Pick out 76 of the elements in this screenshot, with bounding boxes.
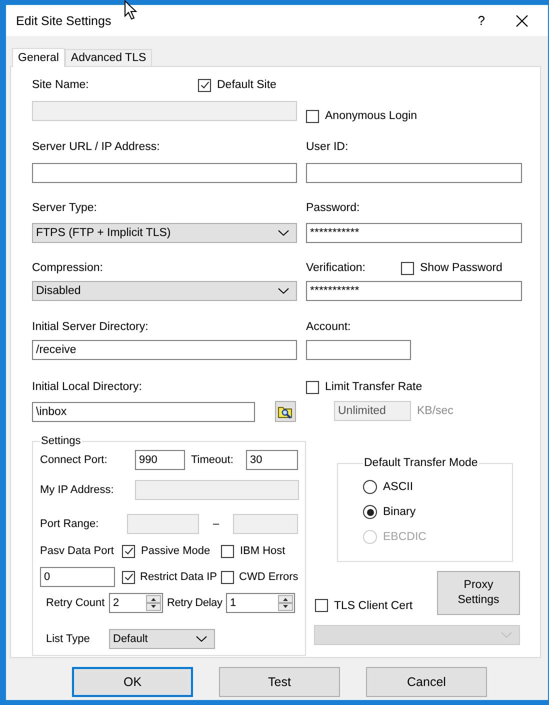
restrict-data-ip-checkbox[interactable]: Restrict Data IP (122, 569, 221, 585)
field-label: Port Range: (40, 517, 100, 532)
pasv-data-port-field[interactable]: 0 (40, 567, 115, 587)
checkbox[interactable] (221, 570, 234, 584)
transfer-mode-radio[interactable]: Binary (363, 503, 512, 521)
spin-arrows-icon[interactable] (278, 595, 293, 611)
ibm-host-checkbox[interactable]: IBM Host (221, 543, 286, 559)
user-id-field[interactable] (306, 163, 522, 183)
server-url-field[interactable] (32, 163, 297, 183)
field-label: List Type (46, 632, 91, 647)
timeout-field[interactable]: 30 (246, 450, 298, 470)
retry-delay-spinner[interactable]: 1 (226, 593, 295, 613)
checkbox[interactable] (221, 544, 234, 558)
chevron-down-icon (501, 632, 512, 638)
retry-count-spinner[interactable]: 2 (109, 593, 163, 613)
tab[interactable]: General (12, 48, 65, 67)
checkbox[interactable] (122, 544, 135, 558)
radio-button[interactable] (363, 480, 377, 494)
field-label: Account: (306, 320, 351, 335)
field-label: Retry Count (46, 596, 106, 611)
passive-mode-checkbox[interactable]: Passive Mode (122, 543, 221, 559)
field-label: My IP Address: (40, 483, 115, 498)
server-directory-field[interactable]: /receive (32, 340, 297, 360)
checkbox[interactable] (315, 599, 328, 612)
group-title: Default Transfer Mode (363, 457, 479, 469)
browse-button[interactable] (275, 401, 296, 422)
proxy-settings-button[interactable]: Proxy Settings (437, 571, 520, 615)
field-label: Verification: (306, 261, 366, 276)
chevron-down-icon (196, 636, 207, 642)
close-icon[interactable] (516, 14, 528, 26)
field-label: Connect Port: (40, 453, 108, 468)
checkbox[interactable] (306, 110, 319, 122)
verification-field[interactable]: *********** (306, 281, 522, 301)
spin-arrows-icon[interactable] (146, 595, 161, 611)
field-label: Pasv Data Port (40, 544, 115, 559)
field-label: Compression: (32, 261, 103, 276)
local-directory-field[interactable]: \inbox (32, 402, 255, 422)
checkbox[interactable] (306, 380, 319, 394)
dialog-button[interactable]: Test (219, 667, 340, 697)
anonymous-login-checkbox[interactable]: Anonymous Login (306, 108, 418, 124)
dialog-button[interactable]: OK (72, 667, 193, 697)
dialog-button[interactable]: Cancel (366, 667, 487, 697)
field-label: Initial Server Directory: (32, 320, 148, 335)
range-separator: – (212, 517, 220, 532)
chevron-down-icon (278, 288, 289, 294)
radio-button[interactable] (363, 505, 377, 519)
server-type-dropdown[interactable]: FTPS (FTP + Implicit TLS) (32, 223, 297, 243)
tls-client-cert-checkbox[interactable]: TLS Client Cert (315, 598, 413, 614)
unit-label: KB/sec (417, 405, 454, 417)
tab[interactable]: Advanced TLS (64, 49, 152, 66)
help-button[interactable]: ? (478, 13, 485, 28)
group-title: Settings (40, 435, 82, 447)
connect-port-field[interactable]: 990 (135, 450, 185, 470)
checkbox[interactable] (198, 78, 211, 92)
chevron-down-icon (278, 230, 289, 236)
cwd-errors-checkbox[interactable]: CWD Errors (221, 569, 298, 585)
field-label: Server URL / IP Address: (32, 140, 160, 155)
list-type-dropdown[interactable]: Default (109, 629, 215, 649)
field-label: Server Type: (32, 201, 97, 216)
field-label: Site Name: (32, 78, 90, 93)
field-label: User ID: (306, 140, 348, 155)
field-label: Retry Delay (167, 596, 224, 611)
field-label: Timeout: (191, 453, 234, 468)
default-site-checkbox[interactable]: Default Site (198, 77, 297, 93)
transfer-mode-radio[interactable]: ASCII (363, 478, 512, 496)
checkbox[interactable] (122, 570, 135, 584)
limit-transfer-rate-checkbox[interactable]: Limit Transfer Rate (306, 379, 422, 395)
account-field[interactable] (306, 340, 411, 360)
compression-dropdown[interactable]: Disabled (32, 281, 297, 301)
password-field[interactable]: *********** (306, 223, 522, 243)
window-title: Edit Site Settings (16, 14, 112, 28)
folder-search-icon (278, 404, 293, 418)
field-label: Password: (306, 201, 360, 216)
show-password-checkbox[interactable]: Show Password (401, 260, 522, 276)
field-label: Initial Local Directory: (32, 380, 142, 395)
checkbox[interactable] (401, 262, 414, 274)
